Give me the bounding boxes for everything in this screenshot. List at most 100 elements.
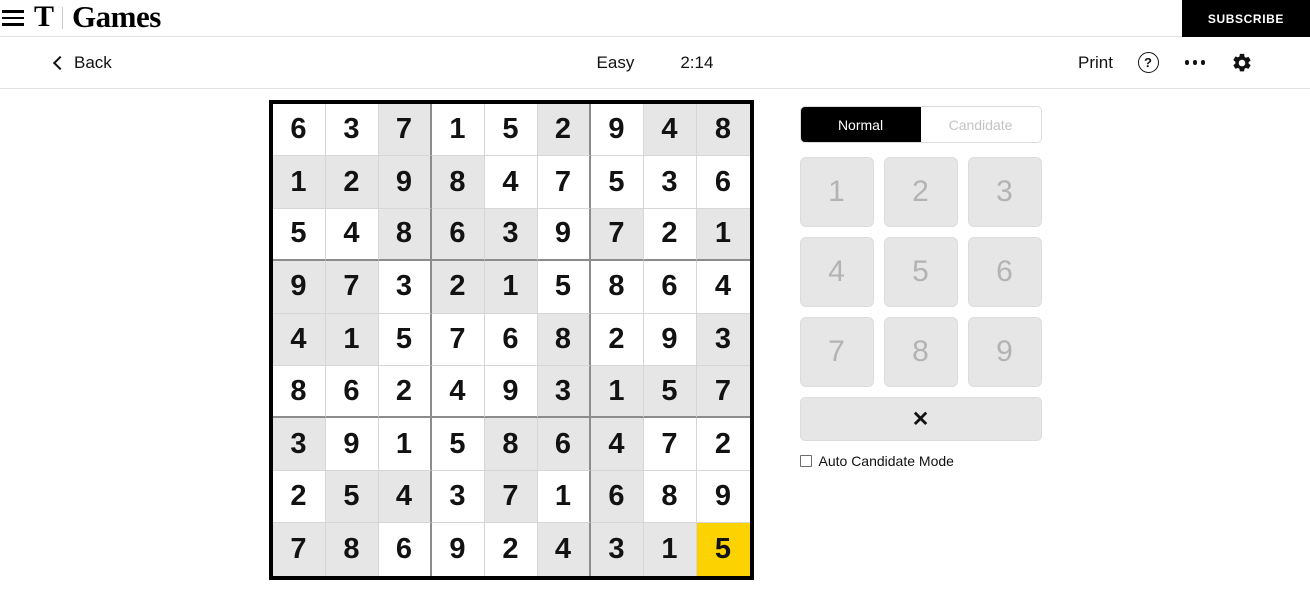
sudoku-cell-r6c6[interactable]: 3 [537, 365, 591, 419]
number-button-6[interactable]: 6 [967, 237, 1042, 307]
sudoku-cell-r8c4[interactable]: 3 [431, 470, 485, 524]
number-button-9[interactable]: 9 [967, 317, 1042, 387]
number-button-3[interactable]: 3 [967, 157, 1042, 227]
nyt-games-logo[interactable]: T Games [34, 0, 161, 36]
sudoku-cell-r3c9[interactable]: 1 [696, 208, 750, 262]
subscribe-button[interactable]: SUBSCRIBE [1181, 0, 1310, 37]
sudoku-cell-r3c3[interactable]: 8 [378, 208, 432, 262]
sudoku-cell-r2c8[interactable]: 3 [643, 156, 697, 209]
sudoku-cell-r5c1[interactable]: 4 [272, 313, 326, 366]
sudoku-cell-r7c2[interactable]: 9 [325, 418, 379, 471]
sudoku-cell-r3c7[interactable]: 7 [590, 208, 644, 262]
sudoku-cell-r7c7[interactable]: 4 [590, 418, 644, 471]
number-button-8[interactable]: 8 [883, 317, 958, 387]
sudoku-cell-r4c4[interactable]: 2 [431, 261, 485, 314]
number-button-7[interactable]: 7 [799, 317, 874, 387]
sudoku-cell-r7c5[interactable]: 8 [484, 418, 538, 471]
sudoku-cell-r6c8[interactable]: 5 [643, 365, 697, 419]
sudoku-cell-r9c1[interactable]: 7 [272, 523, 326, 576]
sudoku-cell-r8c3[interactable]: 4 [378, 470, 432, 524]
sudoku-cell-r2c2[interactable]: 2 [325, 156, 379, 209]
sudoku-cell-r2c1[interactable]: 1 [272, 156, 326, 209]
back-button[interactable]: Back [52, 53, 112, 73]
sudoku-cell-r3c1[interactable]: 5 [272, 208, 326, 262]
sudoku-cell-r9c4[interactable]: 9 [431, 523, 485, 576]
sudoku-cell-r7c6[interactable]: 6 [537, 418, 591, 471]
sudoku-cell-r8c5[interactable]: 7 [484, 470, 538, 524]
mode-candidate-button[interactable]: Candidate [920, 107, 1041, 142]
mode-normal-button[interactable]: Normal [800, 107, 921, 142]
sudoku-cell-r9c5[interactable]: 2 [484, 523, 538, 576]
sudoku-cell-r6c3[interactable]: 2 [378, 365, 432, 419]
sudoku-cell-r1c3[interactable]: 7 [378, 104, 432, 157]
sudoku-cell-r4c8[interactable]: 6 [643, 261, 697, 314]
sudoku-cell-r8c2[interactable]: 5 [325, 470, 379, 524]
sudoku-cell-r3c4[interactable]: 6 [431, 208, 485, 262]
sudoku-cell-r6c9[interactable]: 7 [696, 365, 750, 419]
print-button[interactable]: Print [1078, 53, 1113, 73]
sudoku-cell-r4c6[interactable]: 5 [537, 261, 591, 314]
auto-candidate-mode-toggle[interactable]: Auto Candidate Mode [799, 453, 1042, 469]
sudoku-cell-r2c3[interactable]: 9 [378, 156, 432, 209]
sudoku-cell-r1c5[interactable]: 5 [484, 104, 538, 157]
sudoku-cell-r9c3[interactable]: 6 [378, 523, 432, 576]
sudoku-cell-r7c9[interactable]: 2 [696, 418, 750, 471]
sudoku-cell-r8c9[interactable]: 9 [696, 470, 750, 524]
sudoku-cell-r9c8[interactable]: 1 [643, 523, 697, 576]
sudoku-cell-r7c4[interactable]: 5 [431, 418, 485, 471]
settings-button[interactable] [1230, 51, 1254, 75]
sudoku-cell-r6c4[interactable]: 4 [431, 365, 485, 419]
sudoku-cell-r7c8[interactable]: 7 [643, 418, 697, 471]
sudoku-cell-r5c2[interactable]: 1 [325, 313, 379, 366]
sudoku-cell-r4c5[interactable]: 1 [484, 261, 538, 314]
sudoku-cell-r4c1[interactable]: 9 [272, 261, 326, 314]
sudoku-cell-r3c6[interactable]: 9 [537, 208, 591, 262]
sudoku-cell-r1c6[interactable]: 2 [537, 104, 591, 157]
number-button-2[interactable]: 2 [883, 157, 958, 227]
auto-candidate-checkbox[interactable] [799, 455, 812, 467]
sudoku-cell-r6c2[interactable]: 6 [325, 365, 379, 419]
sudoku-cell-r3c2[interactable]: 4 [325, 208, 379, 262]
sudoku-cell-r8c6[interactable]: 1 [537, 470, 591, 524]
sudoku-cell-r2c7[interactable]: 5 [590, 156, 644, 209]
help-button[interactable]: ? [1136, 51, 1160, 75]
number-button-5[interactable]: 5 [883, 237, 958, 307]
sudoku-cell-r4c2[interactable]: 7 [325, 261, 379, 314]
sudoku-board[interactable]: 6371529481298475365486397219732158644157… [268, 100, 754, 580]
sudoku-cell-r5c6[interactable]: 8 [537, 313, 591, 366]
sudoku-cell-r5c4[interactable]: 7 [431, 313, 485, 366]
sudoku-cell-r1c9[interactable]: 8 [696, 104, 750, 157]
sudoku-cell-r6c1[interactable]: 8 [272, 365, 326, 419]
sudoku-cell-r9c9[interactable]: 5 [696, 523, 750, 576]
sudoku-cell-r9c7[interactable]: 3 [590, 523, 644, 576]
sudoku-cell-r2c5[interactable]: 4 [484, 156, 538, 209]
more-options-button[interactable] [1183, 51, 1207, 75]
sudoku-cell-r2c4[interactable]: 8 [431, 156, 485, 209]
sudoku-cell-r8c8[interactable]: 8 [643, 470, 697, 524]
sudoku-cell-r7c3[interactable]: 1 [378, 418, 432, 471]
sudoku-cell-r8c7[interactable]: 6 [590, 470, 644, 524]
sudoku-cell-r1c4[interactable]: 1 [431, 104, 485, 157]
number-button-1[interactable]: 1 [799, 157, 874, 227]
sudoku-cell-r5c9[interactable]: 3 [696, 313, 750, 366]
sudoku-cell-r6c5[interactable]: 9 [484, 365, 538, 419]
sudoku-cell-r3c5[interactable]: 3 [484, 208, 538, 262]
sudoku-cell-r4c7[interactable]: 8 [590, 261, 644, 314]
sudoku-cell-r8c1[interactable]: 2 [272, 470, 326, 524]
sudoku-cell-r6c7[interactable]: 1 [590, 365, 644, 419]
sudoku-cell-r5c3[interactable]: 5 [378, 313, 432, 366]
sudoku-cell-r2c6[interactable]: 7 [537, 156, 591, 209]
sudoku-cell-r5c7[interactable]: 2 [590, 313, 644, 366]
sudoku-cell-r4c3[interactable]: 3 [378, 261, 432, 314]
sudoku-cell-r1c7[interactable]: 9 [590, 104, 644, 157]
hamburger-menu-icon[interactable] [2, 10, 24, 26]
game-timer[interactable]: 2:14 [680, 53, 713, 73]
sudoku-cell-r5c8[interactable]: 9 [643, 313, 697, 366]
number-button-4[interactable]: 4 [799, 237, 874, 307]
sudoku-cell-r1c1[interactable]: 6 [272, 104, 326, 157]
sudoku-cell-r3c8[interactable]: 2 [643, 208, 697, 262]
sudoku-cell-r9c2[interactable]: 8 [325, 523, 379, 576]
erase-button[interactable]: ✕ [799, 397, 1042, 441]
sudoku-cell-r7c1[interactable]: 3 [272, 418, 326, 471]
sudoku-cell-r2c9[interactable]: 6 [696, 156, 750, 209]
